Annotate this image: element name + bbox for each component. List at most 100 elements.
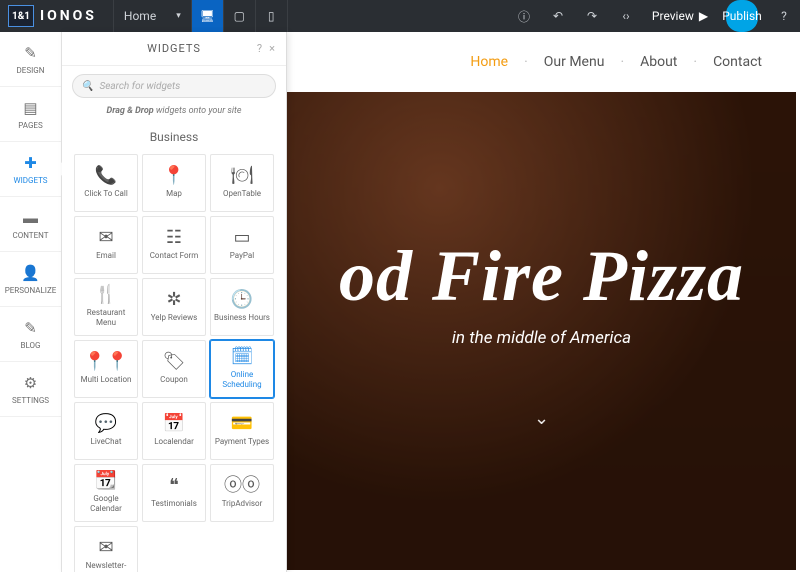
nav-link-about[interactable]: About (636, 54, 681, 70)
scroll-down-icon[interactable]: ⌄ (534, 408, 549, 429)
rail-personalize[interactable]: 👤PERSONALIZE (0, 252, 61, 307)
widget-search-input[interactable]: 🔍 Search for widgets (72, 74, 276, 98)
widget-icon: ✲ (166, 291, 181, 309)
hero-section[interactable]: od Fire Pizza in the middle of America ⌄ (287, 92, 796, 570)
nav-link-home[interactable]: Home (466, 54, 512, 70)
widget-icon: 📆 (95, 472, 117, 490)
rail-label: DESIGN (17, 66, 45, 75)
widget-label: Business Hours (214, 313, 270, 323)
widget-label: LiveChat (91, 437, 122, 447)
widget-testimonials[interactable]: ❝ Testimonials (142, 464, 206, 522)
widget-icon: 📞 (95, 167, 117, 185)
widget-online-scheduling[interactable]: 🗓Online Scheduling (210, 340, 274, 398)
left-rail: ✎DESIGN▤PAGES✚WIDGETS▬CONTENT👤PERSONALIZ… (0, 32, 62, 572)
help-button[interactable]: ? (768, 0, 800, 32)
chevron-down-icon: ▾ (176, 11, 181, 21)
widget-label: Coupon (160, 375, 188, 385)
tablet-icon: ▢ (234, 9, 245, 23)
mobile-view-button[interactable]: ▯ (256, 0, 288, 32)
widget-icon: 🍽 (231, 167, 254, 185)
widget-newsletter-[interactable]: ✉Newsletter- (74, 526, 138, 572)
code-icon: ‹› (622, 9, 629, 23)
search-placeholder: Search for widgets (99, 81, 180, 92)
nav-link-our-menu[interactable]: Our Menu (540, 54, 609, 70)
hero-subtitle[interactable]: in the middle of America (452, 328, 631, 348)
redo-button[interactable]: ↷ (576, 0, 608, 32)
widget-label: Payment Types (215, 437, 269, 447)
preview-button[interactable]: Preview ▶ (644, 0, 716, 32)
rail-content[interactable]: ▬CONTENT (0, 197, 61, 252)
rail-widgets[interactable]: ✚WIDGETS (0, 142, 61, 197)
nav-separator: · (614, 54, 630, 70)
topbar: 1&1 IONOS Home ▾ 🖥 ▢ ▯ ⓘ ↶ ↷ ‹› Preview … (0, 0, 800, 32)
widget-label: Contact Form (150, 251, 199, 261)
page-selector[interactable]: Home ▾ (113, 0, 192, 32)
widget-localendar[interactable]: 📅Localendar (142, 402, 206, 460)
widget-label: Click To Call (84, 189, 128, 199)
panel-close-icon[interactable]: × (269, 42, 276, 55)
widgets-grid: 📞 Click To Call 📍 Map 🍽 OpenTable ✉Email ☷ Conta… (74, 154, 274, 572)
widget-contact-form[interactable]: ☷ Contact Form (142, 216, 206, 274)
publish-button[interactable]: Publish (726, 0, 758, 32)
widget-restaurant-menu[interactable]: 🍴Restaurant Menu (74, 278, 138, 336)
widget-yelp-reviews[interactable]: ✲ Yelp Reviews (142, 278, 206, 336)
rail-label: CONTENT (13, 231, 49, 240)
panel-help-icon[interactable]: ? (257, 42, 263, 55)
widget-icon: ⓞⓞ (224, 477, 260, 495)
nav-link-contact[interactable]: Contact (709, 54, 766, 70)
section-title: Business (62, 124, 286, 154)
widget-multi-location[interactable]: 📍📍Multi Location (74, 340, 138, 398)
widget-google-calendar[interactable]: 📆 Google Calendar (74, 464, 138, 522)
widget-label: OpenTable (223, 189, 261, 199)
preview-label: Preview (652, 9, 694, 23)
play-icon: ▶ (699, 9, 708, 23)
nav-separator: · (518, 54, 534, 70)
widget-icon: 📍 (163, 167, 185, 185)
widget-label: Testimonials (151, 499, 197, 509)
widget-coupon[interactable]: 🏷Coupon (142, 340, 206, 398)
rail-design[interactable]: ✎DESIGN (0, 32, 61, 87)
widget-map[interactable]: 📍 Map (142, 154, 206, 212)
widget-icon: ☷ (166, 229, 182, 247)
pages-icon: ▤ (23, 99, 37, 117)
brand-text: IONOS (40, 8, 97, 24)
widget-click-to-call[interactable]: 📞 Click To Call (74, 154, 138, 212)
widget-icon: ❝ (169, 477, 179, 495)
hero-title[interactable]: od Fire Pizza (339, 235, 744, 318)
code-button[interactable]: ‹› (610, 0, 642, 32)
rail-pages[interactable]: ▤PAGES (0, 87, 61, 142)
drag-hint-bold: Drag & Drop (107, 106, 154, 116)
tablet-view-button[interactable]: ▢ (224, 0, 256, 32)
widget-icon: 📅 (163, 415, 185, 433)
widget-email[interactable]: ✉Email (74, 216, 138, 274)
site-canvas[interactable]: Home·Our Menu·About·Contact od Fire Pizz… (287, 32, 796, 570)
widget-paypal[interactable]: ▭ PayPal (210, 216, 274, 274)
widget-tripadvisor[interactable]: ⓞⓞ TripAdvisor (210, 464, 274, 522)
widget-label: Google Calendar (77, 494, 135, 513)
topbar-right: ⓘ ↶ ↷ ‹› Preview ▶ Publish ? (508, 0, 800, 32)
widget-icon: ▭ (233, 229, 250, 247)
widget-label: Restaurant Menu (77, 308, 135, 327)
rail-settings[interactable]: ⚙SETTINGS (0, 362, 61, 417)
search-icon: 🔍 (81, 81, 93, 92)
help-icon: ? (781, 9, 787, 23)
widget-label: PayPal (230, 251, 254, 261)
device-switcher: 🖥 ▢ ▯ (192, 0, 288, 32)
widget-label: TripAdvisor (222, 499, 263, 509)
info-button[interactable]: ⓘ (508, 0, 540, 32)
widget-livechat[interactable]: 💬LiveChat (74, 402, 138, 460)
page-selector-label: Home (124, 9, 156, 23)
widgets-scroll[interactable]: 📞 Click To Call 📍 Map 🍽 OpenTable ✉Email ☷ Conta… (62, 154, 286, 572)
rail-label: WIDGETS (13, 176, 47, 185)
widget-label: Yelp Reviews (151, 313, 198, 323)
undo-button[interactable]: ↶ (542, 0, 574, 32)
widget-opentable[interactable]: 🍽 OpenTable (210, 154, 274, 212)
widget-icon: 📍📍 (84, 353, 129, 371)
widget-business-hours[interactable]: 🕒Business Hours (210, 278, 274, 336)
widget-payment-types[interactable]: 💳Payment Types (210, 402, 274, 460)
rail-blog[interactable]: ✎BLOG (0, 307, 61, 362)
panel-header: WIDGETS ? × (62, 32, 286, 66)
widget-label: Map (166, 189, 182, 199)
redo-icon: ↷ (587, 9, 597, 23)
desktop-view-button[interactable]: 🖥 (192, 0, 224, 32)
